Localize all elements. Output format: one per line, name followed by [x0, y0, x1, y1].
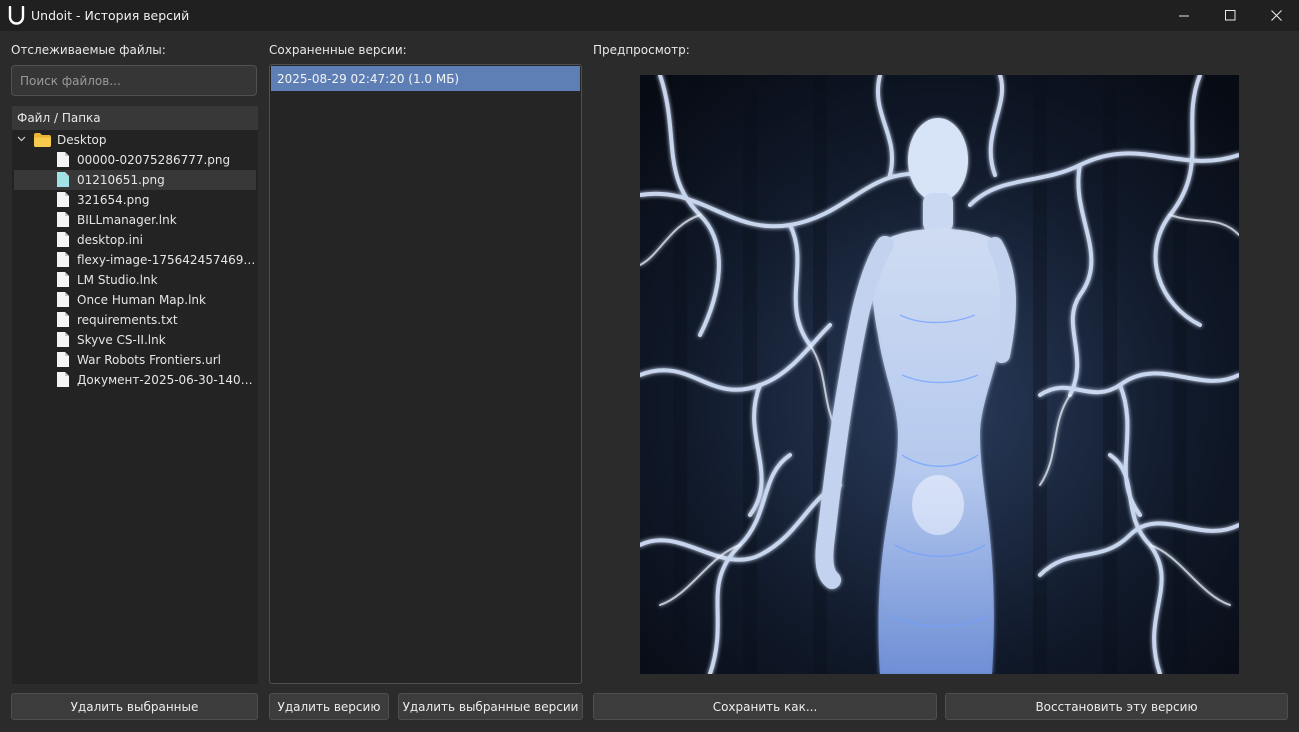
file-item[interactable]: 00000-02075286777.png [14, 150, 256, 170]
file-icon [57, 232, 69, 247]
folder-icon [34, 133, 51, 147]
delete-version-button[interactable]: Удалить версию [269, 693, 389, 720]
tree-folder-desktop[interactable]: Desktop [12, 130, 258, 150]
file-item[interactable]: Skyve CS-II.lnk [14, 330, 256, 350]
close-button[interactable] [1253, 0, 1299, 31]
file-icon [57, 172, 69, 187]
file-label: requirements.txt [77, 313, 178, 327]
close-icon [1270, 10, 1282, 21]
maximize-button[interactable] [1207, 0, 1253, 31]
window-title: Undoit - История версий [31, 8, 190, 23]
file-label: desktop.ini [77, 233, 143, 247]
file-icon [57, 332, 69, 347]
preview-artwork [640, 75, 1239, 674]
file-label: Once Human Map.lnk [77, 293, 206, 307]
file-icon [57, 352, 69, 367]
file-icon [57, 312, 69, 327]
file-label: 321654.png [77, 193, 150, 207]
minimize-button[interactable] [1161, 0, 1207, 31]
preview-image [640, 75, 1239, 674]
version-item[interactable]: 2025-08-29 02:47:20 (1.0 МБ) [271, 66, 580, 91]
file-item[interactable]: desktop.ini [14, 230, 256, 250]
file-label: Документ-2025-06-30-140708.p... [77, 373, 257, 387]
saved-versions-label: Сохраненные версии: [269, 43, 407, 57]
file-item[interactable]: Документ-2025-06-30-140708.p... [14, 370, 257, 390]
file-item[interactable]: requirements.txt [14, 310, 256, 330]
delete-selected-versions-button[interactable]: Удалить выбранные версии [398, 693, 583, 720]
file-label: 01210651.png [77, 173, 165, 187]
file-item[interactable]: Once Human Map.lnk [14, 290, 256, 310]
maximize-icon [1224, 10, 1235, 21]
file-label: War Robots Frontiers.url [77, 353, 222, 367]
file-item[interactable]: flexy-image-1756424574699.png [14, 250, 257, 270]
file-item[interactable]: 01210651.png [14, 170, 256, 190]
file-label: BILLmanager.lnk [77, 213, 177, 227]
search-box [11, 65, 257, 96]
chevron-down-icon[interactable] [17, 136, 26, 142]
file-icon [57, 192, 69, 207]
file-tree[interactable]: Файл / Папка Desktop 00000-02075286777.p… [12, 106, 258, 684]
file-icon [57, 292, 69, 307]
file-item[interactable]: BILLmanager.lnk [14, 210, 256, 230]
app-logo-icon [8, 6, 25, 25]
title-bar: Undoit - История версий [0, 0, 1299, 31]
file-label: LM Studio.lnk [77, 273, 158, 287]
file-label: Skyve CS-II.lnk [77, 333, 166, 347]
file-item[interactable]: 321654.png [14, 190, 256, 210]
file-item[interactable]: War Robots Frontiers.url [14, 350, 256, 370]
file-label: 00000-02075286777.png [77, 153, 231, 167]
restore-version-button[interactable]: Восстановить эту версию [945, 693, 1288, 720]
file-icon [57, 152, 69, 167]
file-icon [57, 212, 69, 227]
minimize-icon [1178, 15, 1189, 17]
versions-list[interactable]: 2025-08-29 02:47:20 (1.0 МБ) [269, 64, 582, 684]
search-input[interactable] [12, 66, 250, 95]
file-icon [57, 372, 69, 387]
delete-selected-button[interactable]: Удалить выбранные [11, 693, 258, 720]
file-item[interactable]: LM Studio.lnk [14, 270, 256, 290]
file-label: flexy-image-1756424574699.png [77, 253, 257, 267]
tree-column-header[interactable]: Файл / Папка [12, 106, 258, 130]
save-as-button[interactable]: Сохранить как... [593, 693, 937, 720]
preview-label: Предпросмотр: [593, 43, 690, 57]
tracked-files-label: Отслеживаемые файлы: [11, 43, 166, 57]
file-icon [57, 272, 69, 287]
file-icon [57, 252, 69, 267]
folder-label: Desktop [57, 133, 107, 147]
